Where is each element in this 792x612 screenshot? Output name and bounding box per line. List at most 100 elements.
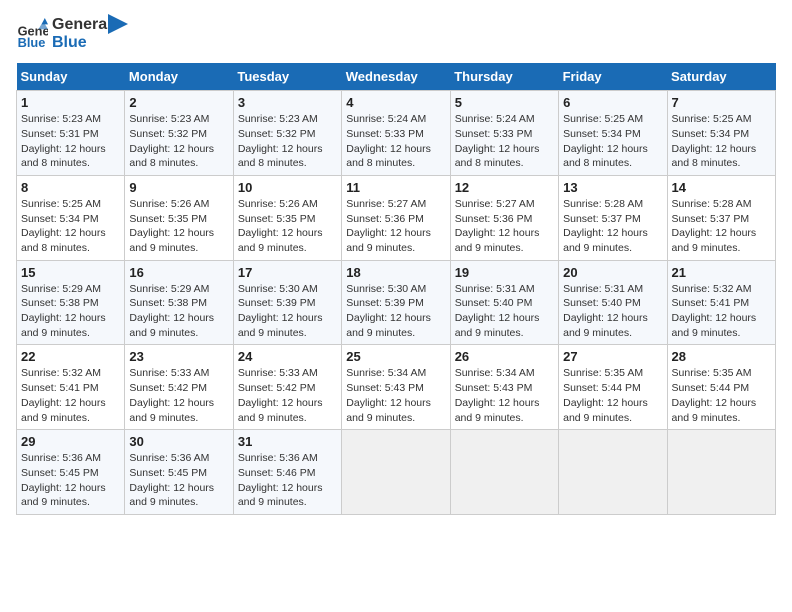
day-info: Sunrise: 5:31 AM Sunset: 5:40 PM Dayligh… bbox=[563, 282, 662, 341]
day-number: 11 bbox=[346, 180, 445, 195]
day-number: 12 bbox=[455, 180, 554, 195]
day-info: Sunrise: 5:23 AM Sunset: 5:32 PM Dayligh… bbox=[238, 112, 337, 171]
day-info: Sunrise: 5:24 AM Sunset: 5:33 PM Dayligh… bbox=[346, 112, 445, 171]
day-number: 29 bbox=[21, 434, 120, 449]
calendar-cell: 9 Sunrise: 5:26 AM Sunset: 5:35 PM Dayli… bbox=[125, 175, 233, 260]
calendar-cell: 12 Sunrise: 5:27 AM Sunset: 5:36 PM Dayl… bbox=[450, 175, 558, 260]
logo-icon: General Blue bbox=[16, 18, 48, 50]
day-info: Sunrise: 5:27 AM Sunset: 5:36 PM Dayligh… bbox=[455, 197, 554, 256]
calendar-week-row: 22 Sunrise: 5:32 AM Sunset: 5:41 PM Dayl… bbox=[17, 345, 776, 430]
day-info: Sunrise: 5:25 AM Sunset: 5:34 PM Dayligh… bbox=[21, 197, 120, 256]
calendar-cell: 19 Sunrise: 5:31 AM Sunset: 5:40 PM Dayl… bbox=[450, 260, 558, 345]
calendar-week-row: 1 Sunrise: 5:23 AM Sunset: 5:31 PM Dayli… bbox=[17, 91, 776, 176]
day-number: 14 bbox=[672, 180, 771, 195]
day-number: 20 bbox=[563, 265, 662, 280]
calendar-cell: 1 Sunrise: 5:23 AM Sunset: 5:31 PM Dayli… bbox=[17, 91, 125, 176]
calendar-cell bbox=[342, 430, 450, 515]
day-info: Sunrise: 5:30 AM Sunset: 5:39 PM Dayligh… bbox=[238, 282, 337, 341]
calendar-cell: 22 Sunrise: 5:32 AM Sunset: 5:41 PM Dayl… bbox=[17, 345, 125, 430]
day-number: 16 bbox=[129, 265, 228, 280]
logo-arrow-icon bbox=[108, 14, 128, 44]
day-info: Sunrise: 5:32 AM Sunset: 5:41 PM Dayligh… bbox=[21, 366, 120, 425]
day-number: 24 bbox=[238, 349, 337, 364]
day-info: Sunrise: 5:36 AM Sunset: 5:45 PM Dayligh… bbox=[21, 451, 120, 510]
calendar-cell: 29 Sunrise: 5:36 AM Sunset: 5:45 PM Dayl… bbox=[17, 430, 125, 515]
day-info: Sunrise: 5:26 AM Sunset: 5:35 PM Dayligh… bbox=[238, 197, 337, 256]
calendar-cell: 13 Sunrise: 5:28 AM Sunset: 5:37 PM Dayl… bbox=[559, 175, 667, 260]
day-number: 28 bbox=[672, 349, 771, 364]
day-number: 22 bbox=[21, 349, 120, 364]
calendar-cell: 20 Sunrise: 5:31 AM Sunset: 5:40 PM Dayl… bbox=[559, 260, 667, 345]
calendar-cell: 30 Sunrise: 5:36 AM Sunset: 5:45 PM Dayl… bbox=[125, 430, 233, 515]
calendar-cell: 31 Sunrise: 5:36 AM Sunset: 5:46 PM Dayl… bbox=[233, 430, 341, 515]
calendar-cell: 10 Sunrise: 5:26 AM Sunset: 5:35 PM Dayl… bbox=[233, 175, 341, 260]
day-number: 18 bbox=[346, 265, 445, 280]
day-info: Sunrise: 5:25 AM Sunset: 5:34 PM Dayligh… bbox=[672, 112, 771, 171]
calendar-cell: 14 Sunrise: 5:28 AM Sunset: 5:37 PM Dayl… bbox=[667, 175, 775, 260]
calendar-cell bbox=[667, 430, 775, 515]
day-number: 5 bbox=[455, 95, 554, 110]
day-number: 7 bbox=[672, 95, 771, 110]
calendar-cell: 7 Sunrise: 5:25 AM Sunset: 5:34 PM Dayli… bbox=[667, 91, 775, 176]
calendar-cell: 15 Sunrise: 5:29 AM Sunset: 5:38 PM Dayl… bbox=[17, 260, 125, 345]
day-number: 30 bbox=[129, 434, 228, 449]
calendar-cell: 11 Sunrise: 5:27 AM Sunset: 5:36 PM Dayl… bbox=[342, 175, 450, 260]
day-info: Sunrise: 5:30 AM Sunset: 5:39 PM Dayligh… bbox=[346, 282, 445, 341]
calendar-cell bbox=[450, 430, 558, 515]
weekday-header-saturday: Saturday bbox=[667, 63, 775, 91]
calendar-cell: 6 Sunrise: 5:25 AM Sunset: 5:34 PM Dayli… bbox=[559, 91, 667, 176]
day-number: 15 bbox=[21, 265, 120, 280]
day-number: 23 bbox=[129, 349, 228, 364]
calendar-cell: 5 Sunrise: 5:24 AM Sunset: 5:33 PM Dayli… bbox=[450, 91, 558, 176]
calendar-week-row: 29 Sunrise: 5:36 AM Sunset: 5:45 PM Dayl… bbox=[17, 430, 776, 515]
day-info: Sunrise: 5:23 AM Sunset: 5:31 PM Dayligh… bbox=[21, 112, 120, 171]
day-number: 31 bbox=[238, 434, 337, 449]
day-number: 10 bbox=[238, 180, 337, 195]
day-number: 13 bbox=[563, 180, 662, 195]
day-info: Sunrise: 5:28 AM Sunset: 5:37 PM Dayligh… bbox=[563, 197, 662, 256]
calendar-cell: 24 Sunrise: 5:33 AM Sunset: 5:42 PM Dayl… bbox=[233, 345, 341, 430]
day-number: 25 bbox=[346, 349, 445, 364]
day-number: 26 bbox=[455, 349, 554, 364]
calendar-table: SundayMondayTuesdayWednesdayThursdayFrid… bbox=[16, 63, 776, 515]
calendar-cell: 23 Sunrise: 5:33 AM Sunset: 5:42 PM Dayl… bbox=[125, 345, 233, 430]
calendar-cell: 17 Sunrise: 5:30 AM Sunset: 5:39 PM Dayl… bbox=[233, 260, 341, 345]
weekday-header-sunday: Sunday bbox=[17, 63, 125, 91]
day-number: 1 bbox=[21, 95, 120, 110]
day-info: Sunrise: 5:27 AM Sunset: 5:36 PM Dayligh… bbox=[346, 197, 445, 256]
calendar-cell: 2 Sunrise: 5:23 AM Sunset: 5:32 PM Dayli… bbox=[125, 91, 233, 176]
day-number: 8 bbox=[21, 180, 120, 195]
calendar-cell: 3 Sunrise: 5:23 AM Sunset: 5:32 PM Dayli… bbox=[233, 91, 341, 176]
calendar-week-row: 15 Sunrise: 5:29 AM Sunset: 5:38 PM Dayl… bbox=[17, 260, 776, 345]
day-info: Sunrise: 5:25 AM Sunset: 5:34 PM Dayligh… bbox=[563, 112, 662, 171]
calendar-cell: 8 Sunrise: 5:25 AM Sunset: 5:34 PM Dayli… bbox=[17, 175, 125, 260]
day-info: Sunrise: 5:35 AM Sunset: 5:44 PM Dayligh… bbox=[563, 366, 662, 425]
day-info: Sunrise: 5:28 AM Sunset: 5:37 PM Dayligh… bbox=[672, 197, 771, 256]
day-number: 9 bbox=[129, 180, 228, 195]
day-info: Sunrise: 5:29 AM Sunset: 5:38 PM Dayligh… bbox=[21, 282, 120, 341]
day-info: Sunrise: 5:33 AM Sunset: 5:42 PM Dayligh… bbox=[129, 366, 228, 425]
svg-text:Blue: Blue bbox=[18, 34, 46, 49]
day-number: 21 bbox=[672, 265, 771, 280]
calendar-cell: 26 Sunrise: 5:34 AM Sunset: 5:43 PM Dayl… bbox=[450, 345, 558, 430]
logo: General Blue General Blue bbox=[16, 16, 128, 51]
day-number: 17 bbox=[238, 265, 337, 280]
calendar-cell bbox=[559, 430, 667, 515]
day-number: 2 bbox=[129, 95, 228, 110]
calendar-cell: 25 Sunrise: 5:34 AM Sunset: 5:43 PM Dayl… bbox=[342, 345, 450, 430]
weekday-header-monday: Monday bbox=[125, 63, 233, 91]
weekday-header-wednesday: Wednesday bbox=[342, 63, 450, 91]
day-number: 19 bbox=[455, 265, 554, 280]
calendar-cell: 16 Sunrise: 5:29 AM Sunset: 5:38 PM Dayl… bbox=[125, 260, 233, 345]
day-number: 3 bbox=[238, 95, 337, 110]
day-info: Sunrise: 5:23 AM Sunset: 5:32 PM Dayligh… bbox=[129, 112, 228, 171]
day-number: 6 bbox=[563, 95, 662, 110]
calendar-cell: 21 Sunrise: 5:32 AM Sunset: 5:41 PM Dayl… bbox=[667, 260, 775, 345]
day-info: Sunrise: 5:29 AM Sunset: 5:38 PM Dayligh… bbox=[129, 282, 228, 341]
day-info: Sunrise: 5:36 AM Sunset: 5:45 PM Dayligh… bbox=[129, 451, 228, 510]
weekday-header-tuesday: Tuesday bbox=[233, 63, 341, 91]
day-number: 27 bbox=[563, 349, 662, 364]
day-info: Sunrise: 5:35 AM Sunset: 5:44 PM Dayligh… bbox=[672, 366, 771, 425]
calendar-week-row: 8 Sunrise: 5:25 AM Sunset: 5:34 PM Dayli… bbox=[17, 175, 776, 260]
day-info: Sunrise: 5:26 AM Sunset: 5:35 PM Dayligh… bbox=[129, 197, 228, 256]
